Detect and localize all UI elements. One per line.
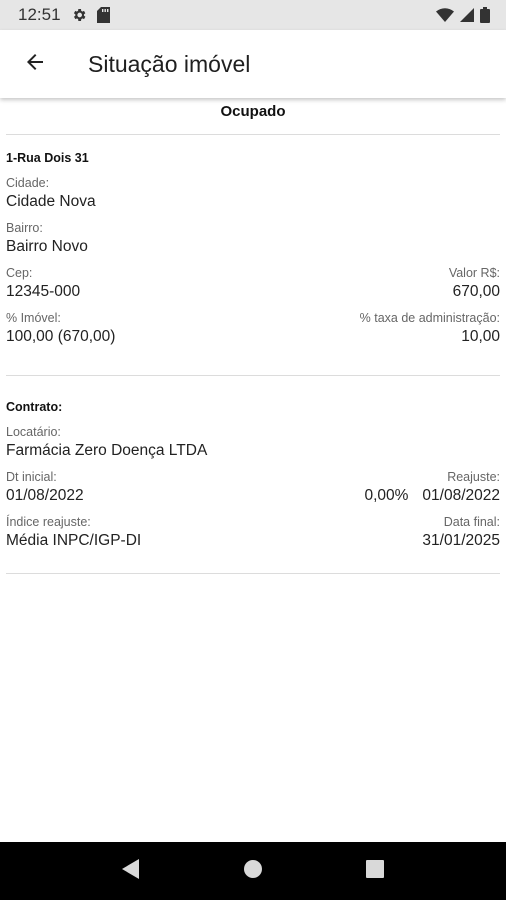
triangle-back-icon bbox=[121, 858, 141, 885]
nav-recents-button[interactable] bbox=[355, 851, 395, 891]
locatario-value: Farmácia Zero Doença LTDA bbox=[6, 442, 208, 459]
data-final-value: 31/01/2025 bbox=[422, 532, 500, 549]
status-left: 12:51 bbox=[18, 5, 110, 25]
contract-title: Contrato: bbox=[6, 400, 63, 414]
bairro-label: Bairro: bbox=[6, 221, 43, 235]
reajuste-pct-value: 0,00% bbox=[364, 487, 409, 504]
system-nav-bar bbox=[0, 842, 506, 900]
indice-row: Índice reajuste: Média INPC/IGP-DI Data … bbox=[6, 514, 500, 551]
bairro-field: Bairro: Bairro Novo bbox=[6, 220, 500, 257]
bairro-value: Bairro Novo bbox=[6, 238, 88, 255]
status-bar: 12:51 bbox=[0, 0, 506, 30]
indice-field: Índice reajuste: Média INPC/IGP-DI bbox=[6, 514, 141, 551]
battery-icon bbox=[480, 7, 490, 23]
reajuste-label: Reajuste: bbox=[447, 470, 500, 484]
nav-home-button[interactable] bbox=[233, 851, 273, 891]
reajuste-values: 0,00% 01/08/2022 bbox=[364, 485, 500, 506]
taxa-value: 10,00 bbox=[461, 328, 500, 345]
cidade-label: Cidade: bbox=[6, 176, 50, 190]
content: Ocupado 1-Rua Dois 31 Cidade: Cidade Nov… bbox=[0, 98, 506, 574]
cidade-field: Cidade: Cidade Nova bbox=[6, 175, 500, 212]
status-right bbox=[436, 7, 490, 23]
dates-row: Dt inicial: 01/08/2022 Reajuste: 0,00% 0… bbox=[6, 469, 500, 506]
wifi-icon bbox=[436, 8, 454, 22]
taxa-field: % taxa de administração: 10,00 bbox=[360, 310, 500, 347]
page-title: Situação imóvel bbox=[88, 50, 251, 77]
divider bbox=[6, 573, 500, 574]
cep-valor-row: Cep: 12345-000 Valor R$: 670,00 bbox=[6, 265, 500, 302]
dt-inicial-field: Dt inicial: 01/08/2022 bbox=[6, 469, 84, 506]
reajuste-date-value: 01/08/2022 bbox=[422, 487, 500, 504]
circle-home-icon bbox=[243, 859, 263, 884]
cep-label: Cep: bbox=[6, 266, 33, 280]
dt-inicial-value: 01/08/2022 bbox=[6, 487, 84, 504]
cidade-value: Cidade Nova bbox=[6, 193, 96, 210]
valor-field: Valor R$: 670,00 bbox=[449, 265, 500, 302]
nav-back-button[interactable] bbox=[111, 851, 151, 891]
settings-icon bbox=[71, 7, 87, 23]
dt-inicial-label: Dt inicial: bbox=[6, 470, 57, 484]
indice-label: Índice reajuste: bbox=[6, 515, 91, 529]
reajuste-field: Reajuste: 0,00% 01/08/2022 bbox=[364, 469, 500, 506]
locatario-field: Locatário: Farmácia Zero Doença LTDA bbox=[6, 424, 500, 461]
arrow-left-icon bbox=[23, 50, 47, 79]
data-final-label: Data final: bbox=[443, 515, 500, 529]
app-bar: Situação imóvel bbox=[0, 30, 506, 98]
property-section: 1-Rua Dois 31 Cidade: Cidade Nova Bairro… bbox=[0, 135, 506, 347]
property-title: 1-Rua Dois 31 bbox=[6, 151, 89, 165]
locatario-label: Locatário: bbox=[6, 425, 61, 439]
pct-imovel-value: 100,00 (670,00) bbox=[6, 328, 116, 345]
back-button[interactable] bbox=[0, 30, 70, 98]
imovel-taxa-row: % Imóvel: 100,00 (670,00) % taxa de admi… bbox=[6, 310, 500, 347]
situation-status: Ocupado bbox=[220, 103, 286, 120]
sd-card-icon bbox=[96, 7, 110, 23]
valor-value: 670,00 bbox=[452, 283, 500, 300]
taxa-label: % taxa de administração: bbox=[359, 311, 500, 325]
cep-field: Cep: 12345-000 bbox=[6, 265, 80, 302]
contract-section: Contrato: Locatário: Farmácia Zero Doenç… bbox=[0, 376, 506, 551]
status-time: 12:51 bbox=[18, 5, 61, 24]
cell-signal-icon bbox=[460, 8, 474, 22]
square-recents-icon bbox=[366, 859, 384, 883]
pct-imovel-field: % Imóvel: 100,00 (670,00) bbox=[6, 310, 115, 347]
indice-value: Média INPC/IGP-DI bbox=[6, 532, 142, 549]
valor-label: Valor R$: bbox=[448, 266, 500, 280]
pct-imovel-label: % Imóvel: bbox=[6, 311, 61, 325]
cep-value: 12345-000 bbox=[6, 283, 81, 300]
data-final-field: Data final: 31/01/2025 bbox=[422, 514, 500, 551]
